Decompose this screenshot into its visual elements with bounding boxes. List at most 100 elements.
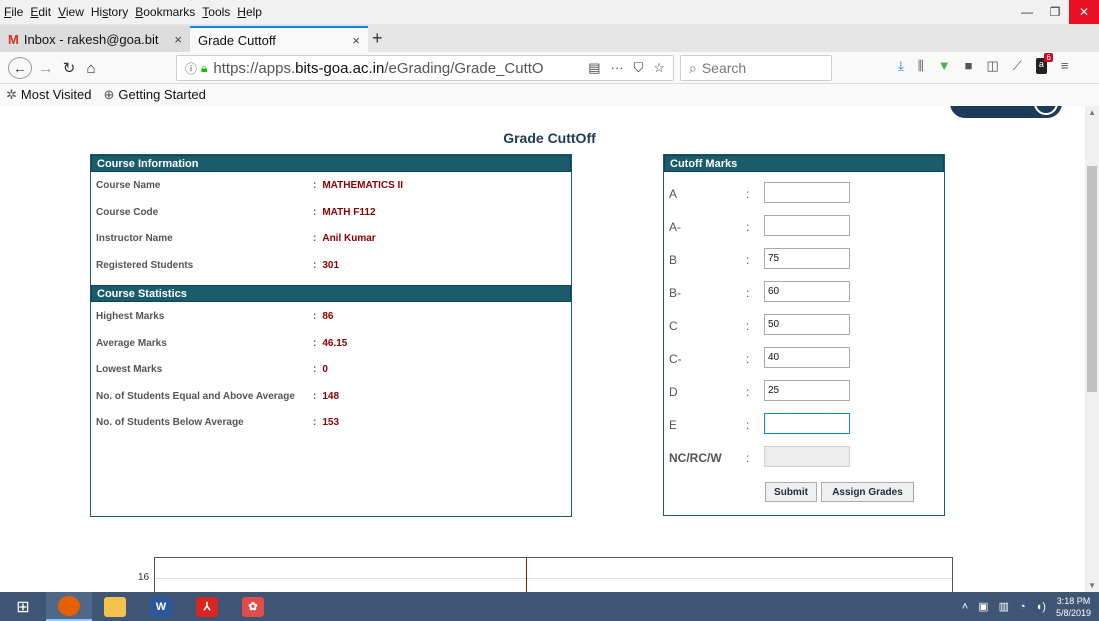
home-icon[interactable]: ⌂ [82,57,100,79]
info-icon[interactable]: ⓘ [185,60,197,77]
library-icon[interactable]: ⫼ [918,58,924,74]
course-stats-header: Course Statistics [91,285,571,302]
taskbar-file-explorer[interactable] [92,592,138,621]
lock-icon[interactable]: 🔒︎ [201,61,207,76]
cutoff-input-b[interactable] [764,248,850,269]
pocket-icon[interactable]: ⛉ [634,60,644,76]
taskbar-app[interactable]: ✿ [230,592,276,621]
cutoff-input-nc-rc-w [764,446,850,467]
minimize-icon[interactable]: — [1013,0,1041,24]
menu-help[interactable]: Help [237,5,262,19]
tab-grade-cuttoff[interactable]: Grade Cuttoff × [190,26,368,52]
bookmark-star-icon[interactable]: ☆ [653,60,665,76]
menu-edit[interactable]: Edit [30,5,51,19]
addon-badge-icon[interactable]: a6 [1035,53,1053,74]
search-input[interactable]: ⌕ Search [680,55,832,81]
tab-inbox[interactable]: M Inbox - rakesh@goa.bit × [0,26,190,52]
clock[interactable]: 3:18 PM 5/8/2019 [1056,595,1091,619]
menu-view[interactable]: View [58,5,84,19]
windows-start-icon[interactable]: ⊞ [0,592,46,621]
taskbar-acrobat[interactable]: ⅄ [184,592,230,621]
info-row-course-name: Course Name: MATHEMATICS II [96,180,404,191]
tray-battery-icon[interactable]: ▥ [999,600,1009,613]
taskbar-word[interactable]: W [138,592,184,621]
reload-icon[interactable]: ↻ [60,57,78,79]
menu-history[interactable]: History [91,5,128,19]
taskbar-firefox[interactable] [46,592,92,621]
tray-wifi-icon[interactable]: ◔ [1019,601,1026,613]
navigation-bar: ← → ↻ ⌂ ⓘ 🔒︎ https://apps.bits-goa.ac.in… [0,52,1099,84]
page-scrollbar[interactable]: ▲ ▼ [1085,106,1099,592]
tray-volume-icon[interactable]: ◖) [1036,601,1046,613]
tab-bar: M Inbox - rakesh@goa.bit × Grade Cuttoff… [0,24,1099,52]
cutoff-row-c: C: [664,314,944,338]
course-info-header: Course Information [91,155,571,172]
tray-chevron-icon[interactable]: ˄ [962,601,968,613]
bookmark-getting-started[interactable]: ⊕ Getting Started [103,87,205,103]
stat-row-highest: Highest Marks:86 [96,311,334,322]
cutoff-row-nc-rc-w: NC/RC/W: [664,446,944,470]
cutoff-row-c-minus: C-: [664,347,944,371]
close-window-icon[interactable]: ✕ [1069,0,1099,24]
site-search-pill[interactable] [950,106,1062,118]
forward-arrow-icon[interactable]: → [38,57,54,79]
cutoff-input-c[interactable] [764,314,850,335]
folder-icon [104,596,126,617]
cutoff-row-a-minus: A-: [664,215,944,239]
cutoff-input-e[interactable] [764,413,850,434]
assign-grades-button[interactable]: Assign Grades [821,482,914,502]
menu-bar: File Edit View History Bookmarks Tools H… [0,0,1099,24]
eyedropper-icon[interactable]: ⟋ [1013,58,1022,74]
submit-button[interactable]: Submit [765,482,817,502]
page-title: Grade CuttOff [503,130,596,146]
tray-network-icon[interactable]: ▣ [978,600,988,613]
scroll-up-icon[interactable]: ▲ [1088,108,1096,117]
course-info-rows: Course Name: MATHEMATICS II Course Code: M… [91,172,571,278]
bookmark-most-visited[interactable]: ✲ Most Visited [6,87,91,103]
cutoff-input-b-minus[interactable] [764,281,850,302]
stat-row-average: Average Marks:46.15 [96,337,348,349]
stat-row-above-average: No. of Students Equal and Above Average:… [96,390,340,402]
cutoff-input-a[interactable] [764,182,850,203]
sync-icon[interactable]: ■ [965,58,973,74]
system-tray: ˄ ▣ ▥ ◔ ◖) 3:18 PM 5/8/2019 [962,592,1091,621]
tab-close-icon[interactable]: × [352,33,360,48]
cutoff-row-a: A: [664,182,944,206]
chart-y-tick-label: 16 [138,572,150,583]
download-icon[interactable]: ⤓ [898,58,904,74]
gmail-icon: M [8,31,19,47]
cutoff-input-a-minus[interactable] [764,215,850,236]
grade-chart-frame [154,557,953,592]
menu-bookmarks[interactable]: Bookmarks [135,5,195,19]
acrobat-icon: ⅄ [196,596,218,617]
new-tab-button[interactable]: + [372,28,383,49]
tab-title: Inbox - rakesh@goa.bit [23,31,159,47]
back-arrow-icon[interactable]: ← [8,57,32,79]
tab-title: Grade Cuttoff [198,32,276,48]
info-row-instructor: Instructor Name: Anil Kumar [96,233,376,244]
app-icon: ✿ [242,596,264,617]
menu-file[interactable]: File [4,5,23,19]
cutoff-header: Cutoff Marks [664,155,944,172]
search-icon: ⌕ [689,59,697,76]
scroll-down-icon[interactable]: ▼ [1088,581,1096,590]
url-bar[interactable]: ⓘ 🔒︎ https://apps.bits-goa.ac.in/eGradin… [176,55,674,81]
extension-icon[interactable]: ▼ [938,58,951,74]
search-placeholder: Search [701,60,747,76]
reader-view-icon[interactable]: ▤ [588,60,600,76]
cutoff-input-c-minus[interactable] [764,347,850,368]
menu-hamburger-icon[interactable]: ≡ [1061,58,1069,74]
cutoff-row-e: E: [664,413,944,437]
sidebar-icon[interactable]: ◫ [986,58,998,74]
cutoff-row-b: B: [664,248,944,272]
restore-icon[interactable]: ❐ [1041,0,1069,24]
word-icon: W [150,596,172,617]
globe-icon: ⊕ [103,87,115,102]
gear-icon: ✲ [6,87,17,102]
scroll-thumb[interactable] [1087,166,1097,392]
cutoff-input-d[interactable] [764,380,850,401]
page-actions-icon[interactable]: ··· [611,60,624,76]
firefox-icon [58,595,80,616]
menu-tools[interactable]: Tools [202,5,230,19]
tab-close-icon[interactable]: × [174,32,182,47]
